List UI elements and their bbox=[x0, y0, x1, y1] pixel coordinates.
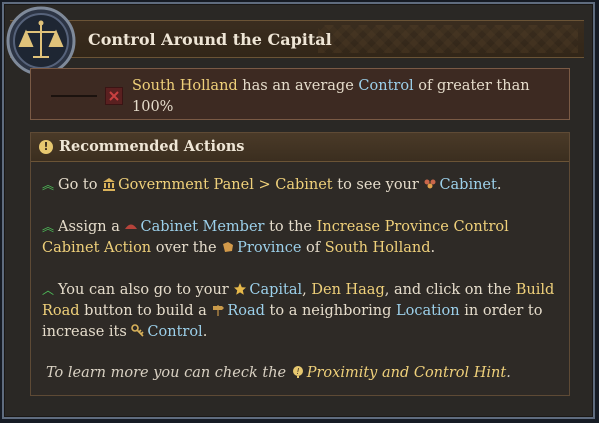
road-link[interactable]: Road bbox=[227, 303, 265, 319]
government-panel-link[interactable]: Government Panel > Cabinet bbox=[118, 177, 333, 193]
tooltip-header: Control Around the Capital bbox=[10, 20, 584, 58]
recommended-actions-panel: ! Recommended Actions ︽ Go to Government … bbox=[30, 132, 570, 396]
recommended-title: Recommended Actions bbox=[59, 138, 245, 155]
rank-chevron-icon: ︽ bbox=[42, 220, 55, 234]
condition-text: South Holland has an average Control of … bbox=[132, 78, 530, 115]
province-link[interactable]: South Holland bbox=[132, 78, 238, 94]
capital-link[interactable]: Capital bbox=[249, 282, 302, 298]
rank-chevron-icon: ︽ bbox=[42, 178, 55, 192]
capital-star-icon bbox=[234, 283, 247, 295]
control-link[interactable]: Control bbox=[147, 324, 202, 340]
condition-line bbox=[51, 95, 97, 97]
hint-icon: ! bbox=[292, 366, 303, 378]
den-haag-link[interactable]: Den Haag bbox=[311, 282, 384, 298]
cabinet-member-link[interactable]: Cabinet Member bbox=[140, 219, 264, 235]
scales-emblem-icon bbox=[6, 6, 76, 76]
recommended-header: ! Recommended Actions bbox=[31, 133, 569, 162]
control-link[interactable]: Control bbox=[358, 78, 413, 94]
svg-text:!: ! bbox=[296, 367, 299, 376]
province-icon bbox=[223, 242, 234, 252]
south-holland-link[interactable]: South Holland bbox=[325, 240, 431, 256]
province-link[interactable]: Province bbox=[237, 240, 301, 256]
info-icon: ! bbox=[39, 140, 53, 154]
rank-chevron-icon: ︿ bbox=[42, 283, 55, 297]
tooltip-title: Control Around the Capital bbox=[88, 30, 332, 49]
proximity-hint-link[interactable]: Proximity and Control Hint bbox=[307, 365, 506, 381]
road-sign-icon bbox=[213, 305, 225, 316]
header-pattern bbox=[318, 25, 578, 53]
action-paragraph-3: ︿ You can also go to your Capital, Den Ha… bbox=[42, 282, 555, 340]
location-link[interactable]: Location bbox=[396, 303, 460, 319]
action-paragraph-1: ︽ Go to Government Panel > Cabinet to see… bbox=[42, 175, 562, 196]
government-building-icon bbox=[103, 178, 116, 191]
action-paragraph-2: ︽ Assign a Cabinet Member to the Increase… bbox=[42, 219, 509, 256]
cabinet-link[interactable]: Cabinet bbox=[439, 177, 496, 193]
red-x-icon bbox=[105, 87, 123, 105]
cabinet-icon bbox=[424, 179, 436, 189]
cabinet-member-icon bbox=[125, 224, 138, 229]
hint-paragraph: To learn more you can check the ! Proximi… bbox=[46, 365, 511, 381]
control-key-icon bbox=[131, 324, 144, 337]
condition-box: South Holland has an average Control of … bbox=[30, 68, 570, 120]
